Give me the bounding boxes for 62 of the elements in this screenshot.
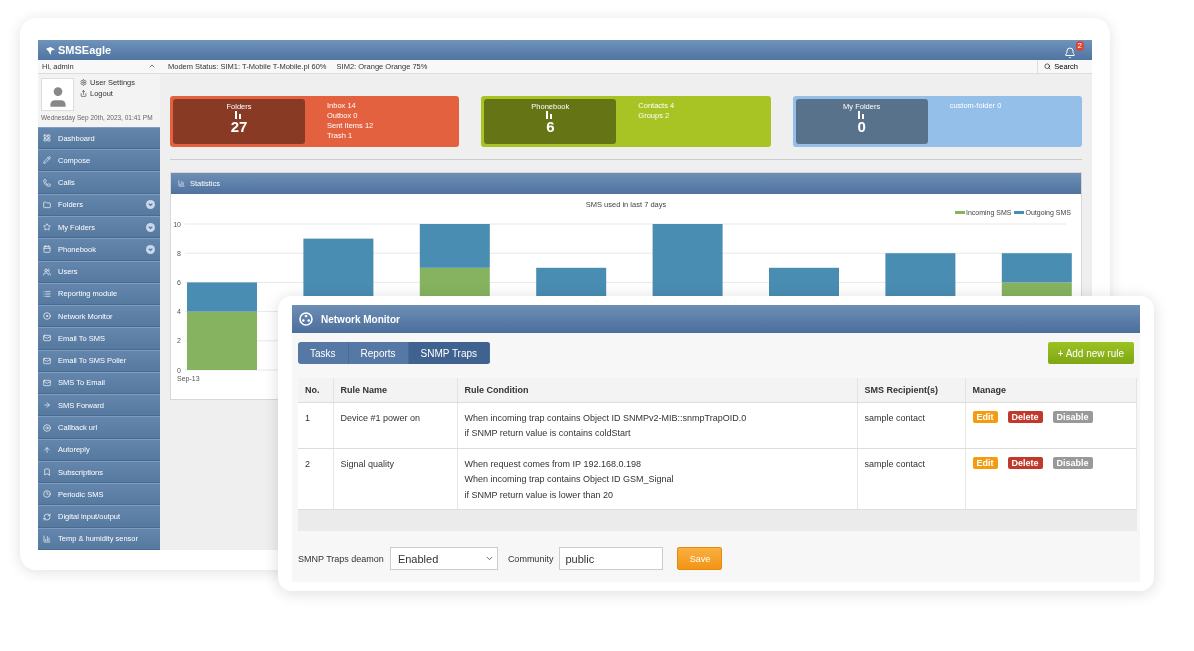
avatar-icon (41, 78, 74, 111)
bar-icon (234, 111, 244, 119)
delete-button[interactable]: Delete (1007, 410, 1043, 423)
table-cell: Device #1 power on (333, 402, 457, 448)
tile-count: 27 (230, 119, 248, 134)
notifications-button[interactable]: 2 (1064, 41, 1084, 59)
brand-logo: SMSEagle (46, 44, 112, 56)
table-cell: Signal quality (333, 448, 457, 510)
tile-count: 6 (546, 119, 555, 134)
disable-button[interactable]: Disable (1052, 410, 1093, 423)
tile-count: 0 (857, 119, 866, 134)
table-cell: When request comes from IP 192.168.0.198 When incoming trap contains Object ID GSM_Signal if SNMP return value is lower than 20 (457, 448, 857, 510)
folder-icon (43, 200, 51, 209)
panel-title: Network Monitor (321, 313, 400, 325)
table-cell: 2 (298, 448, 333, 510)
gear-icon (80, 79, 87, 86)
star-icon (43, 223, 51, 232)
community-field[interactable]: public (559, 547, 664, 570)
save-button[interactable]: Save (677, 547, 723, 570)
edit-button[interactable]: Edit (972, 456, 998, 469)
bar-chart-icon (178, 180, 185, 187)
table-cell: When incoming trap contains Object ID SNMPv2-MIB::snmpTrapOID.0 if SNMP return value is contains coldStart (457, 402, 857, 448)
search-icon (1044, 63, 1052, 70)
column-header: Rule Condition (457, 378, 857, 402)
column-header: Manage (965, 378, 1137, 402)
table-cell: sample contact (857, 448, 965, 510)
disc-icon (43, 312, 51, 321)
bar-icon (856, 111, 867, 119)
mail-icon (43, 356, 51, 365)
column-header: Rule Name (333, 378, 457, 402)
share-icon (80, 90, 87, 97)
phone-icon (43, 178, 51, 187)
disable-button[interactable]: Disable (1052, 456, 1093, 469)
pencil-icon (43, 156, 51, 165)
mail-icon (43, 378, 51, 387)
field-label: SMNP Traps deamon (298, 553, 384, 564)
bar-chart-icon (43, 534, 51, 543)
grid-icon (43, 134, 51, 143)
column-header: SMS Recipient(s) (857, 378, 965, 402)
arrow-icon (43, 401, 51, 410)
delete-button[interactable]: Delete (1007, 456, 1043, 469)
daemon-select[interactable]: Enabled (389, 547, 498, 570)
edit-button[interactable]: Edit (972, 410, 998, 423)
mail-icon (43, 334, 51, 343)
table-cell: sample contact (857, 402, 965, 448)
field-label: Community (507, 553, 554, 564)
tab[interactable]: Tasks (298, 342, 349, 364)
dropdown-icon (484, 554, 494, 563)
arrow-up-icon (43, 445, 51, 454)
network-icon (299, 312, 313, 326)
tab[interactable]: Reports (348, 342, 409, 364)
refresh-icon (43, 512, 51, 521)
list-icon (43, 289, 51, 298)
arrow-circle-icon (43, 423, 51, 432)
bookmark-icon (43, 468, 51, 477)
calendar-icon (43, 245, 51, 254)
clock-icon (43, 490, 51, 499)
column-header: No. (298, 378, 333, 402)
users-icon (43, 267, 51, 276)
table-cell: 1 (298, 402, 333, 448)
add-rule-button[interactable]: + Add new rule (1047, 342, 1134, 364)
tab[interactable]: SNMP Traps (408, 342, 491, 364)
